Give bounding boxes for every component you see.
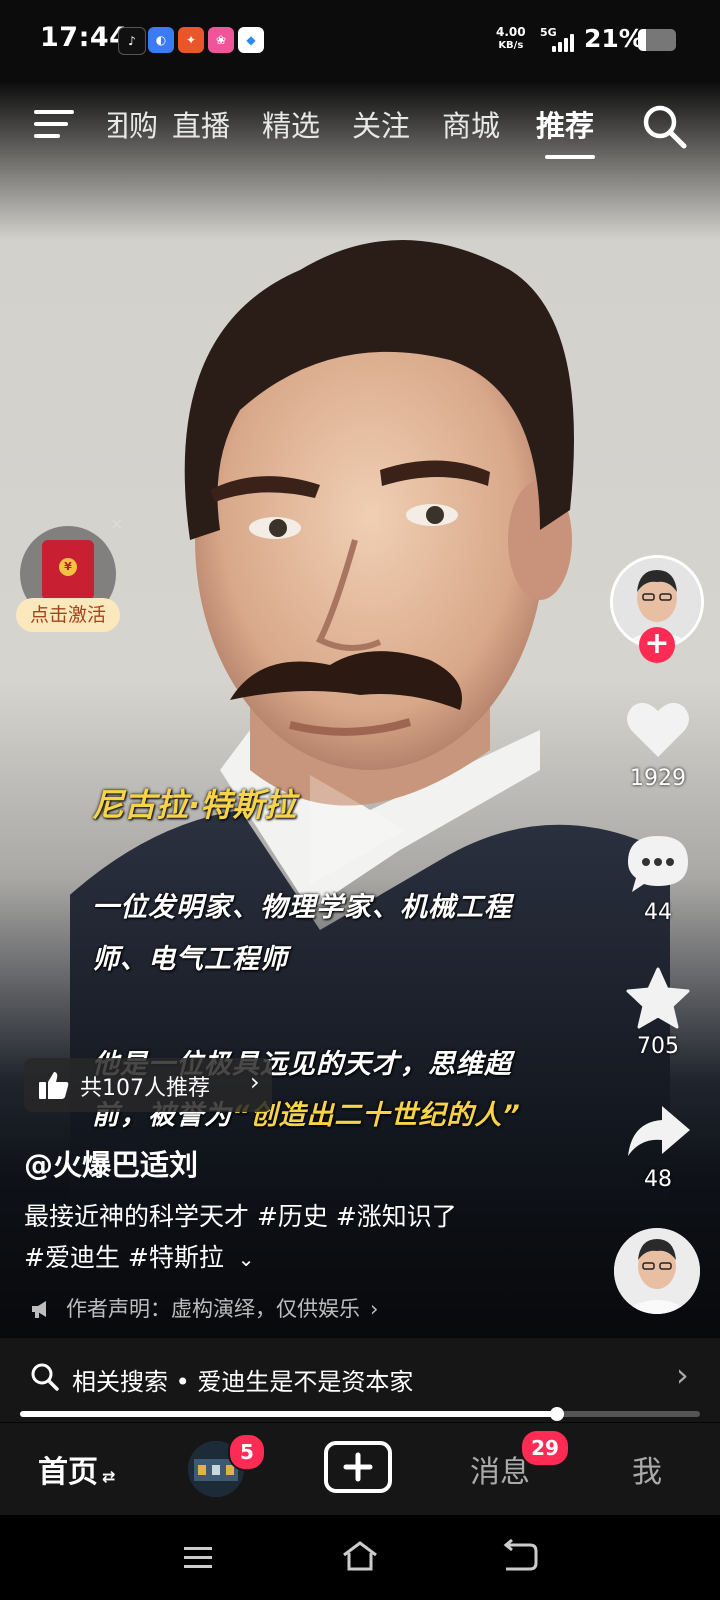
battery-percent: 21% [584, 24, 644, 53]
like-icon[interactable] [624, 695, 692, 763]
comment-count: 44 [644, 900, 672, 925]
back-icon[interactable] [500, 1538, 540, 1573]
follow-button[interactable]: + [639, 627, 675, 663]
chevron-right-icon: › [250, 1068, 260, 1096]
video-progress-fill [20, 1411, 558, 1417]
app-store-icon: ◆ [238, 27, 264, 53]
network-speed: 4.00 KB/s [496, 26, 526, 52]
menu-icon[interactable] [34, 108, 74, 140]
share-count: 48 [644, 1167, 672, 1192]
browser-icon: ◐ [148, 27, 174, 53]
chevron-right-icon: › [370, 1297, 379, 1321]
nav-home[interactable]: 首页 ⇄ [38, 1447, 115, 1491]
network-speed-unit: KB/s [498, 40, 524, 51]
related-search-text: 相关搜索 • 爱迪生是不是资本家 [72, 1368, 414, 1396]
red-packet-label[interactable]: 点击激活 [16, 598, 120, 632]
tab-recommended[interactable]: 推荐 [536, 104, 594, 148]
tab-mall[interactable]: 商城 [442, 104, 500, 148]
game-app-icon: ✦ [178, 27, 204, 53]
nav-home-label: 首页 [38, 1455, 98, 1490]
search-icon [30, 1362, 60, 1392]
favorite-count: 705 [637, 1034, 679, 1059]
video-hashtags: #爱迪生 #特斯拉 ⌄ [24, 1238, 255, 1274]
network-speed-value: 4.00 [496, 25, 526, 39]
recent-apps-icon[interactable] [180, 1543, 216, 1573]
nav-me[interactable]: 我 [632, 1447, 662, 1491]
tab-live[interactable]: 直播 [172, 104, 230, 148]
signal-icon [546, 32, 576, 52]
recommend-badge[interactable]: 共107人推荐 › [24, 1058, 272, 1112]
battery-icon [638, 29, 676, 51]
music-disc-avatar[interactable] [614, 1228, 700, 1314]
tiktok-lite-icon: ♪ [118, 27, 146, 55]
share-icon[interactable] [624, 1098, 692, 1166]
megaphone-icon [30, 1297, 52, 1321]
bottom-nav: 首页 ⇄ 5 消息 29 我 [0, 1423, 720, 1515]
tab-featured[interactable]: 精选 [262, 104, 320, 148]
tab-following[interactable]: 关注 [352, 104, 410, 148]
caption-line: 师、电气工程师 [92, 944, 288, 975]
video-progress-bar[interactable] [20, 1407, 700, 1421]
video-description: 最接近神的科学天才 #历史 #涨知识了 [24, 1202, 457, 1231]
caption-title: 尼古拉·特斯拉 [92, 786, 297, 824]
recommend-count: 共107人推荐 [80, 1076, 210, 1101]
caption-highlight: “创造出二十世纪的人” [232, 1100, 521, 1131]
disclaimer-text: 作者声明：虚构演绎，仅供娱乐 [66, 1297, 360, 1321]
like-count: 1929 [630, 766, 686, 791]
red-envelope-seal: ¥ [59, 558, 77, 576]
hashtags-text[interactable]: #爱迪生 #特斯拉 [24, 1243, 224, 1272]
create-button[interactable] [324, 1441, 392, 1493]
friends-badge: 5 [228, 1433, 266, 1471]
messages-badge: 29 [520, 1429, 570, 1467]
search-icon[interactable] [640, 102, 688, 150]
status-time: 17:44 [40, 22, 129, 53]
caption-line: 一位发明家、物理学家、机械工程 [92, 892, 512, 923]
related-search-bar[interactable]: 相关搜索 • 爱迪生是不是资本家 › [0, 1338, 720, 1422]
system-nav-bar [0, 1515, 720, 1600]
home-icon[interactable] [340, 1539, 380, 1573]
comment-icon[interactable] [624, 830, 692, 898]
close-icon[interactable]: × [110, 514, 123, 533]
tab-group-buy[interactable]: 团购 [108, 104, 158, 148]
expand-chevron-icon[interactable]: ⌄ [238, 1247, 255, 1271]
chevron-right-icon: › [676, 1356, 689, 1394]
author-username[interactable]: @火爆巴适刘 [24, 1142, 198, 1184]
refresh-arrows-icon: ⇄ [102, 1467, 116, 1486]
thumbs-up-icon [38, 1070, 70, 1100]
favorite-star-icon[interactable] [624, 965, 692, 1033]
author-disclaimer[interactable]: 作者声明：虚构演绎，仅供娱乐 › [30, 1293, 378, 1323]
active-tab-indicator [545, 155, 595, 159]
red-envelope-icon: ¥ [42, 540, 94, 600]
photo-app-icon: ❀ [208, 27, 234, 53]
play-icon [300, 770, 410, 890]
